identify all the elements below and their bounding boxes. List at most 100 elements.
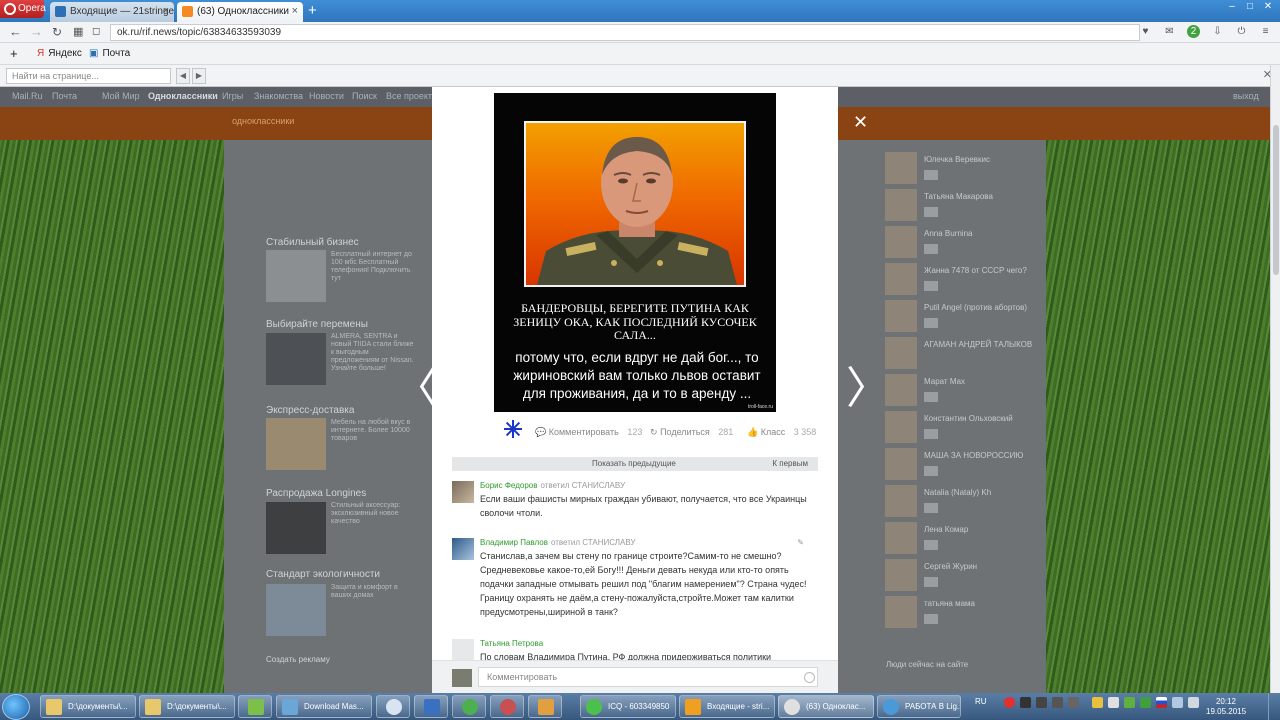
add-bookmark-icon[interactable]: + (10, 47, 18, 60)
download-icon[interactable]: ⇩ (1211, 25, 1224, 38)
friend-avatar[interactable] (885, 596, 917, 628)
portal-link[interactable]: Игры (222, 91, 243, 101)
extension-icon[interactable]: 2 (1187, 25, 1200, 38)
friend-camera-button[interactable] (924, 244, 938, 254)
friend-camera-button[interactable] (924, 281, 938, 291)
comment-reply-target[interactable]: ответил СТАНИСЛАВУ (540, 481, 625, 490)
taskbar-button-app[interactable] (414, 695, 448, 718)
taskbar-button-app[interactable] (490, 695, 524, 718)
taskbar-button-download-master[interactable]: Download Mas... (276, 695, 372, 718)
close-tab-icon[interactable]: × (163, 2, 169, 21)
menu-icon[interactable]: ≡ (1259, 25, 1272, 38)
friend-avatar[interactable] (885, 263, 917, 295)
friend-camera-button[interactable] (924, 207, 938, 217)
taskbar-button-app[interactable] (528, 695, 562, 718)
friend-name[interactable]: татьяна мама (924, 599, 975, 608)
like-button[interactable]: 👍 Класс 3 358 (747, 424, 816, 440)
friend-name[interactable]: Жанна 7478 от СССР чего? (924, 266, 1027, 275)
bookmark-yandex[interactable]: Я Яндекс (37, 47, 82, 61)
friend-camera-button[interactable] (924, 429, 938, 439)
portal-link[interactable]: Одноклассники (148, 91, 218, 101)
tray-app-icon[interactable] (1108, 697, 1119, 708)
ad-title[interactable]: Стандарт экологичности (266, 569, 380, 580)
friend-camera-button[interactable] (924, 614, 938, 624)
portal-link[interactable]: Поиск (352, 91, 377, 101)
taskbar-button-odnoklassniki[interactable]: (63) Одноклас... (778, 695, 874, 718)
friend-avatar[interactable] (885, 485, 917, 517)
friend-avatar[interactable] (885, 448, 917, 480)
create-ad-link[interactable]: Создать рекламу (266, 655, 330, 664)
taskbar-button-folder[interactable]: D:\документы\... (40, 695, 136, 718)
taskbar-button-app[interactable] (452, 695, 486, 718)
ad-image[interactable] (266, 418, 326, 470)
friend-name[interactable]: Татьяна Макарова (924, 192, 993, 201)
portal-link[interactable]: Почта (52, 91, 77, 101)
friend-name[interactable]: Сергей Журин (924, 562, 977, 571)
tray-app-icon[interactable] (1068, 697, 1079, 708)
bookmark-heart-icon[interactable]: ♥ (1139, 25, 1152, 38)
find-input[interactable]: Найти на странице... (6, 68, 171, 84)
tab-odnoklassniki[interactable]: (63) Одноклассники × (177, 2, 303, 22)
friend-camera-button[interactable] (924, 318, 938, 328)
ad-image[interactable] (266, 502, 326, 554)
tray-app-icon[interactable] (1140, 697, 1151, 708)
close-tab-icon[interactable]: × (292, 2, 298, 21)
friend-camera-button[interactable] (924, 503, 938, 513)
taskbar-button-opera-mail[interactable]: Входящие - stri... (679, 695, 775, 718)
network-status-icon[interactable] (1172, 697, 1183, 708)
find-previous-button[interactable]: ◀ (176, 68, 190, 84)
minimize-icon[interactable]: – (1224, 0, 1240, 14)
portal-link[interactable]: Mail.Ru (12, 91, 43, 101)
friend-name[interactable]: Putil Angel (против абортов) (924, 303, 1027, 312)
ad-image[interactable] (266, 250, 326, 302)
taskbar-button-work[interactable]: РАБОТА В Lig... (877, 695, 961, 718)
taskbar-button-folder[interactable]: D:\документы\... (139, 695, 235, 718)
friend-camera-button[interactable] (924, 170, 938, 180)
close-window-icon[interactable]: ✕ (1260, 0, 1276, 14)
comment-avatar[interactable] (452, 639, 474, 661)
opera-menu-button[interactable]: Opera (0, 0, 46, 18)
ad-image[interactable] (266, 584, 326, 636)
friend-name[interactable]: Natalia (Nataly) Kh (924, 488, 991, 497)
next-photo-arrow-icon[interactable]: 〉 (846, 364, 890, 414)
friend-camera-button[interactable] (924, 540, 938, 550)
bookmark-mail[interactable]: ▣ Почта (89, 47, 130, 61)
previous-photo-arrow-icon[interactable]: 〈 (394, 364, 438, 414)
friend-name[interactable]: МАША ЗА НОВОРОССИЮ (924, 451, 1023, 460)
friend-camera-button[interactable] (924, 466, 938, 476)
logout-link[interactable]: выход (1233, 91, 1259, 101)
friend-camera-button[interactable] (924, 577, 938, 587)
taskbar-button-icq[interactable]: ICQ - 603349850 (580, 695, 676, 718)
scrollbar-thumb[interactable] (1273, 125, 1279, 275)
friend-name[interactable]: Юлечка Веревкис (924, 155, 990, 164)
language-indicator[interactable]: RU (975, 697, 987, 706)
comment-author[interactable]: Владимир Павлов (480, 538, 548, 547)
ad-title[interactable]: Выбирайте перемены (266, 319, 368, 330)
tray-app-icon[interactable] (1036, 697, 1047, 708)
find-next-button[interactable]: ▶ (192, 68, 206, 84)
comment-avatar[interactable] (452, 481, 474, 503)
friend-name[interactable]: Константин Ольховский (924, 414, 1013, 423)
speed-dial-icon[interactable]: ▦ (73, 24, 83, 40)
portal-link[interactable]: Все проекты (386, 91, 439, 101)
portal-link[interactable]: Новости (309, 91, 344, 101)
maximize-icon[interactable]: □ (1242, 0, 1258, 14)
ad-title[interactable]: Стабильный бизнес (266, 237, 359, 248)
edit-pencil-icon[interactable]: ✎ (797, 538, 804, 547)
friend-avatar[interactable] (885, 152, 917, 184)
taskbar-clock[interactable]: 20:12 19.05.2015 (1206, 697, 1246, 717)
taskbar-button-app[interactable] (376, 695, 410, 718)
ad-title[interactable]: Распродажа Longines (266, 488, 366, 499)
tray-app-icon[interactable] (1020, 697, 1031, 708)
russian-flag-icon[interactable] (1156, 697, 1167, 708)
power-icon[interactable]: ⏻ (1235, 25, 1248, 38)
page-scrollbar[interactable] (1270, 65, 1280, 693)
comment-input[interactable]: Комментировать (478, 667, 818, 687)
show-previous-button[interactable]: Показать предыдущие (592, 457, 676, 471)
tray-app-icon[interactable] (1092, 697, 1103, 708)
comment-author[interactable]: Татьяна Петрова (480, 639, 543, 648)
address-bar[interactable]: ok.ru/rif.news/topic/63834633593039 (110, 24, 1140, 41)
friend-name[interactable]: Лена Комар (924, 525, 968, 534)
comment-avatar[interactable] (452, 538, 474, 560)
show-desktop-button[interactable] (1268, 693, 1280, 720)
